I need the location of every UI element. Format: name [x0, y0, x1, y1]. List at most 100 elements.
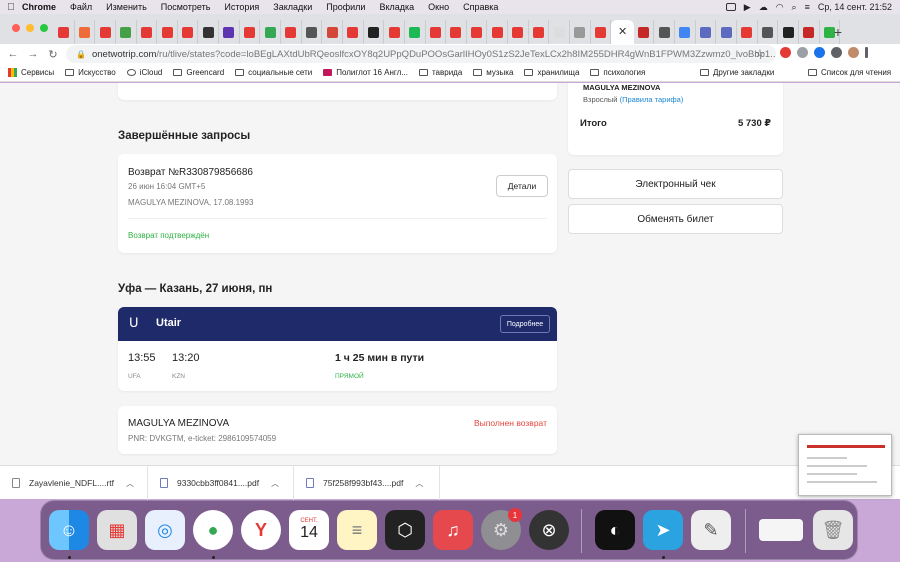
browser-tab[interactable]: [634, 20, 655, 44]
calendar-icon[interactable]: СЕНТ. 14: [289, 510, 329, 550]
notes-icon[interactable]: ≡: [337, 510, 377, 550]
reload-icon[interactable]: ↻: [46, 48, 60, 61]
menu-clock[interactable]: Ср, 14 сент. 21:52: [818, 2, 892, 12]
other-bookmarks[interactable]: Другие закладки: [700, 68, 774, 77]
apple-icon[interactable]: : [0, 2, 22, 13]
yandex-browser-icon[interactable]: Y: [241, 510, 281, 550]
vpn-icon[interactable]: ⊗: [529, 510, 569, 550]
browser-tab[interactable]: [281, 20, 302, 44]
browser-tab[interactable]: [508, 20, 529, 44]
close-window-icon[interactable]: [12, 24, 20, 32]
play-icon[interactable]: ▶: [744, 2, 751, 13]
exchange-ticket-button[interactable]: Обменять билет: [568, 204, 783, 234]
browser-tab[interactable]: [405, 20, 426, 44]
forward-icon[interactable]: →: [26, 48, 40, 60]
textedit-icon[interactable]: ✎: [691, 510, 731, 550]
search-icon[interactable]: ⌕: [792, 2, 797, 13]
profile-avatar[interactable]: [848, 47, 859, 58]
browser-tab[interactable]: [549, 20, 571, 44]
browser-tab[interactable]: [364, 20, 385, 44]
menu-profiles[interactable]: Профили: [326, 2, 365, 12]
browser-tab[interactable]: [591, 20, 612, 44]
browser-tab[interactable]: [384, 20, 405, 44]
menu-view[interactable]: Посмотреть: [161, 2, 211, 12]
back-icon[interactable]: ←: [6, 48, 20, 60]
download-item[interactable]: Zayavlenie_NDFL....rtf ︿: [12, 466, 148, 500]
menu-bookmarks[interactable]: Закладки: [273, 2, 312, 12]
music-icon[interactable]: ♫: [433, 510, 473, 550]
bookmark-services[interactable]: Сервисы: [8, 68, 54, 77]
browser-tab[interactable]: [716, 20, 738, 44]
menu-tab[interactable]: Вкладка: [379, 2, 414, 12]
control-center-icon[interactable]: ≡: [805, 2, 810, 12]
maximize-window-icon[interactable]: [40, 24, 48, 32]
menu-edit[interactable]: Изменить: [106, 2, 147, 12]
new-tab-button[interactable]: +: [834, 24, 842, 40]
browser-tab[interactable]: [758, 20, 779, 44]
download-item[interactable]: 75f258f993bf43....pdf ︿: [306, 466, 440, 500]
menu-app-name[interactable]: Chrome: [22, 2, 56, 12]
menu-help[interactable]: Справка: [463, 2, 498, 12]
bookmark-folder[interactable]: музыка: [473, 68, 513, 77]
details-button[interactable]: Детали: [496, 175, 548, 197]
cube-app-icon[interactable]: ⬡: [385, 510, 425, 550]
browser-tab[interactable]: [116, 20, 137, 44]
electronic-receipt-button[interactable]: Электронный чек: [568, 169, 783, 199]
chevron-up-icon[interactable]: ︿: [271, 478, 279, 489]
chevron-up-icon[interactable]: ︿: [415, 478, 423, 489]
screenshot-thumbnail[interactable]: [798, 434, 892, 496]
browser-tab[interactable]: [322, 20, 343, 44]
browser-tab[interactable]: [240, 20, 261, 44]
browser-tab[interactable]: [799, 20, 820, 44]
finder-icon[interactable]: ☺: [49, 510, 89, 550]
browser-tab[interactable]: [737, 20, 758, 44]
extension-icon[interactable]: [797, 47, 808, 58]
browser-tab[interactable]: [260, 20, 282, 44]
window-icon[interactable]: [725, 3, 736, 11]
browser-tab[interactable]: [778, 20, 799, 44]
extension-icon[interactable]: [780, 47, 791, 58]
minimized-window-icon[interactable]: [759, 519, 803, 541]
telegram-icon[interactable]: ➤: [643, 510, 683, 550]
chevron-up-icon[interactable]: ︿: [126, 478, 134, 489]
browser-tab[interactable]: [75, 20, 96, 44]
safari-icon[interactable]: ◎: [145, 510, 185, 550]
bookmark-folder[interactable]: психология: [590, 68, 645, 77]
browser-tab[interactable]: [137, 20, 158, 44]
reading-list[interactable]: Список для чтения: [808, 68, 891, 77]
trash-icon[interactable]: 🗑: [813, 510, 853, 550]
launchpad-icon[interactable]: ▦: [97, 510, 137, 550]
browser-tab[interactable]: [198, 20, 220, 44]
browser-tab[interactable]: [178, 20, 199, 44]
bookmark-folder[interactable]: Greencard: [173, 68, 224, 77]
menu-file[interactable]: Файл: [70, 2, 92, 12]
more-menu-icon[interactable]: [865, 47, 868, 58]
browser-tab[interactable]: [426, 20, 447, 44]
bookmark-folder[interactable]: Искусство: [65, 68, 116, 77]
bookmark-folder[interactable]: хранилища: [524, 68, 579, 77]
browser-tab[interactable]: [343, 20, 364, 44]
menu-window[interactable]: Окно: [428, 2, 449, 12]
close-tab-icon[interactable]: ✕: [617, 26, 628, 38]
browser-tab[interactable]: [529, 20, 550, 44]
browser-tab[interactable]: [54, 20, 75, 44]
browser-tab[interactable]: [157, 20, 178, 44]
puzzle-icon[interactable]: [831, 47, 842, 58]
chrome-icon[interactable]: ●: [193, 510, 233, 550]
browser-tab[interactable]: [487, 20, 509, 44]
bookmark-folder[interactable]: социальные сети: [235, 68, 312, 77]
bookmark-icloud[interactable]: iCloud: [126, 68, 162, 77]
browser-tab[interactable]: [302, 20, 323, 44]
browser-tab[interactable]: [219, 20, 240, 44]
browser-tab[interactable]: [467, 20, 488, 44]
lock-icon[interactable]: 🔒: [76, 50, 86, 59]
fare-rules-link[interactable]: (Правила тарифа): [620, 95, 684, 104]
browser-tab[interactable]: [570, 20, 591, 44]
bookmark-folder[interactable]: таврида: [418, 68, 462, 77]
silhouette-app-icon[interactable]: ◐: [595, 510, 635, 550]
minimize-window-icon[interactable]: [26, 24, 34, 32]
address-bar[interactable]: 🔒 onetwotrip.com/ru/tlive/states?code=lo…: [66, 45, 776, 63]
browser-tab[interactable]: [696, 20, 717, 44]
wifi-icon[interactable]: ◠: [776, 2, 784, 13]
cloud-icon[interactable]: ☁: [759, 2, 768, 13]
